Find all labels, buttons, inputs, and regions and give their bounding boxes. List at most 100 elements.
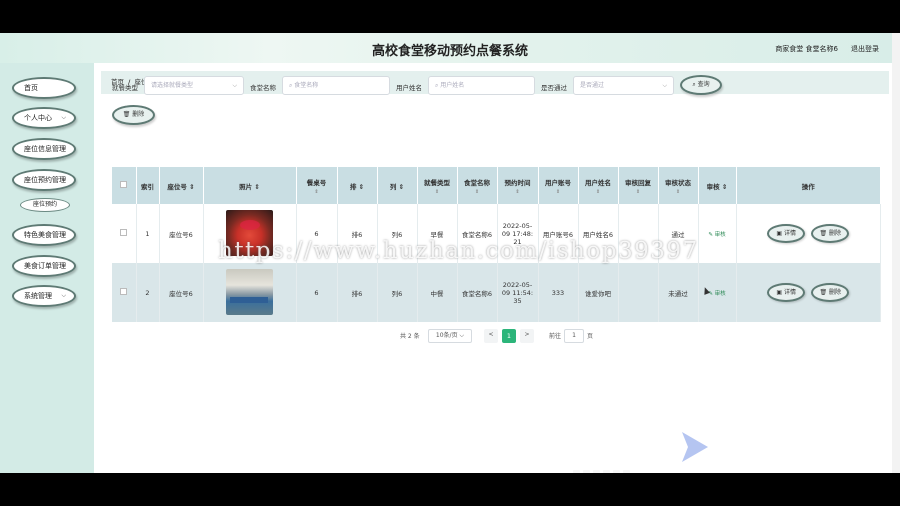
col-header-label: 审核回复 [625,178,651,187]
sort-icon: ⇕ [434,188,440,195]
sidebar-subitem-seat-booking[interactable]: 座位预约 [20,198,70,212]
sidebar-item-label: 首页 [24,84,38,92]
col-header-label: 座位号 [167,182,187,191]
cell-actions: ▣ 详情 🗑 删除 [736,204,881,263]
col-header-label: 预约时间 [504,178,531,187]
row-checkbox[interactable] [112,204,137,263]
sidebar-item-label: 座位信息管理 [24,145,66,153]
search-button[interactable]: ⌕ 查询 [680,75,722,95]
col-header[interactable]: 审核 ⇕ [698,167,737,204]
canteen-photo [226,268,273,315]
cell-row: 排6 [337,263,378,322]
cell-index: 2 [136,263,160,322]
cell-meal-type: 中餐 [417,263,458,322]
select-all-checkbox[interactable] [112,167,137,204]
goto-page-input[interactable]: 1 [564,329,584,343]
sort-icon: ⇕ [398,182,405,191]
col-header[interactable]: 食堂名称 ⇕ [457,167,498,204]
delete-label: 删除 [829,230,842,237]
col-header-label: 食堂名称 [464,178,490,187]
cell-name: 谁爱你吧 [578,263,619,322]
top-bar: 高校食堂移动预约点餐系统 商家食堂 食堂名称6 退出登录 [0,33,900,63]
trash-icon: 🗑 [122,111,133,118]
sort-icon: ⇕ [189,182,195,191]
col-header-label: 列 [389,182,397,191]
passed-select[interactable]: 是否通过 ⌵ [573,76,674,95]
sidebar-item-system[interactable]: 系统管理 ⌵ [12,285,76,307]
canteen-input[interactable]: ⌕ 食堂名称 [282,76,390,95]
time-date: 2022-05- [502,221,533,230]
detail-icon: ▣ [776,230,784,237]
col-header-label: 审核状态 [665,178,691,187]
username-label: 用户姓名 [396,84,422,92]
cell-reply [618,263,659,322]
col-header-label: 照片 [239,182,253,191]
username-input[interactable]: ⌕ 用户姓名 [428,76,535,95]
time-clock: 09 17:48: [501,229,534,238]
sidebar-item-home[interactable]: 首页 [12,77,76,99]
sort-icon: ⇕ [675,188,681,195]
current-page[interactable]: 1 [502,329,516,343]
activate-windows-hint: 转到"设置"以激活 Windows。 [766,443,849,450]
logout-link[interactable]: 退出登录 [851,44,879,54]
detail-label: 详情 [783,230,796,237]
col-header[interactable]: 用户账号 ⇕ [538,167,579,204]
cell-photo [203,263,297,322]
detail-button[interactable]: ▣ 详情 [767,224,806,243]
brand-logo-icon [682,432,708,462]
sidebar-item-food-orders[interactable]: 美食订单管理 [12,255,76,277]
col-header-label: 排 [349,182,357,191]
detail-button[interactable]: ▣ 详情 [767,283,806,302]
passed-label: 是否通过 [541,84,567,92]
col-header[interactable]: 列 ⇕ [377,167,418,204]
col-header-label: 用户姓名 [585,178,611,187]
batch-delete-button[interactable]: 🗑 删除 [112,105,155,125]
sidebar-item-label: 座位预约管理 [24,176,66,184]
cell-status: 未通过 [658,263,699,322]
prev-page-button[interactable]: < [484,329,498,343]
passed-placeholder: 是否通过 [580,82,605,89]
col-header[interactable]: 用户姓名 ⇕ [578,167,619,204]
row-checkbox[interactable] [112,263,137,322]
next-page-button[interactable]: > [520,329,534,343]
cell-audit[interactable]: ✎ 审核 [698,204,737,263]
sidebar-item-label: 美食订单管理 [24,262,66,270]
page-suffix: 页 [587,333,594,340]
sidebar-item-seat-info[interactable]: 座位信息管理 [12,138,76,160]
cell-seat: 座位号6 [159,263,204,322]
sidebar-item-label: 特色美食管理 [24,231,66,239]
table-header-row: 索引 座位号 ⇕ 照片 ⇕ 餐桌号 ⇕ 排 ⇕ 列 ⇕ 就餐类型 ⇕ 食堂名称 ⇕ 预… [112,167,881,204]
meal-type-placeholder: 请选择就餐类型 [151,82,194,89]
meal-type-select[interactable]: 请选择就餐类型 ⌵ [144,76,244,95]
audit-link[interactable]: 审核 [715,232,726,238]
sort-icon: ⇕ [555,188,561,195]
cell-seat: 座位号6 [159,204,204,263]
letterbox-bottom [0,473,900,506]
col-header[interactable]: 预约时间 ⇕ [497,167,539,204]
chevron-down-icon: ⌵ [61,292,66,299]
window-edge [892,33,900,473]
page-size-select[interactable]: 10条/页 ⌵ [428,329,472,343]
sidebar-item-personal-center[interactable]: 个人中心 ⌵ [12,107,76,129]
col-header[interactable]: 照片 ⇕ [203,167,297,204]
col-header[interactable]: 座位号 ⇕ [159,167,204,204]
sort-icon: ⇕ [474,188,480,195]
chevron-down-icon: ⌵ [459,332,465,339]
sort-icon: ⇕ [254,182,260,191]
audit-link[interactable]: 审核 [715,291,726,297]
chevron-down-icon: ⌵ [232,82,237,89]
delete-button[interactable]: 🗑 删除 [811,224,850,243]
col-header[interactable]: 审核状态 ⇕ [658,167,699,204]
sidebar-item-label: 系统管理 [24,292,52,300]
delete-button[interactable]: 🗑 删除 [811,283,850,302]
col-header[interactable]: 审核回复 ⇕ [618,167,659,204]
sidebar-item-seat-booking[interactable]: 座位预约管理 ⌵ [12,169,76,191]
sidebar-item-label: 个人中心 [24,114,52,122]
delete-button-label: 删除 [132,111,145,118]
col-header[interactable]: 餐桌号 ⇕ [296,167,338,204]
cell-time: 2022-05- 09 11:54: 35 [497,263,539,322]
detail-label: 详情 [783,289,796,296]
col-header[interactable]: 就餐类型 ⇕ [417,167,458,204]
sidebar-item-specialty-food[interactable]: 特色美食管理 [12,224,76,246]
col-header[interactable]: 排 ⇕ [337,167,378,204]
